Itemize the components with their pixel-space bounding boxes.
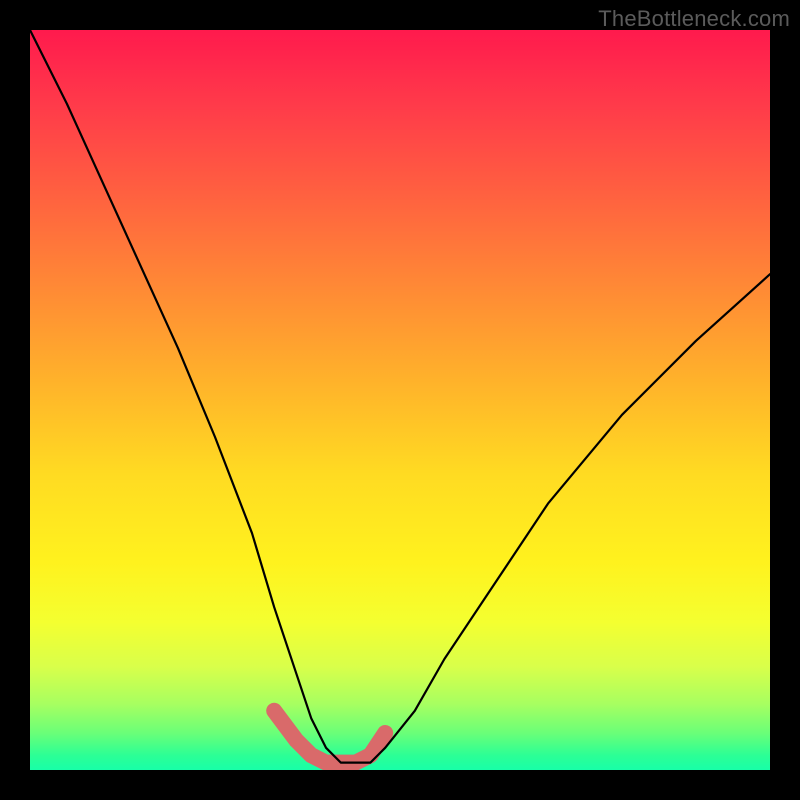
- bottleneck-curve-path: [30, 30, 770, 763]
- curve-layer: [30, 30, 770, 770]
- plot-area: [30, 30, 770, 770]
- highlight-segment-path: [274, 711, 385, 763]
- watermark-text: TheBottleneck.com: [598, 6, 790, 32]
- chart-stage: TheBottleneck.com: [0, 0, 800, 800]
